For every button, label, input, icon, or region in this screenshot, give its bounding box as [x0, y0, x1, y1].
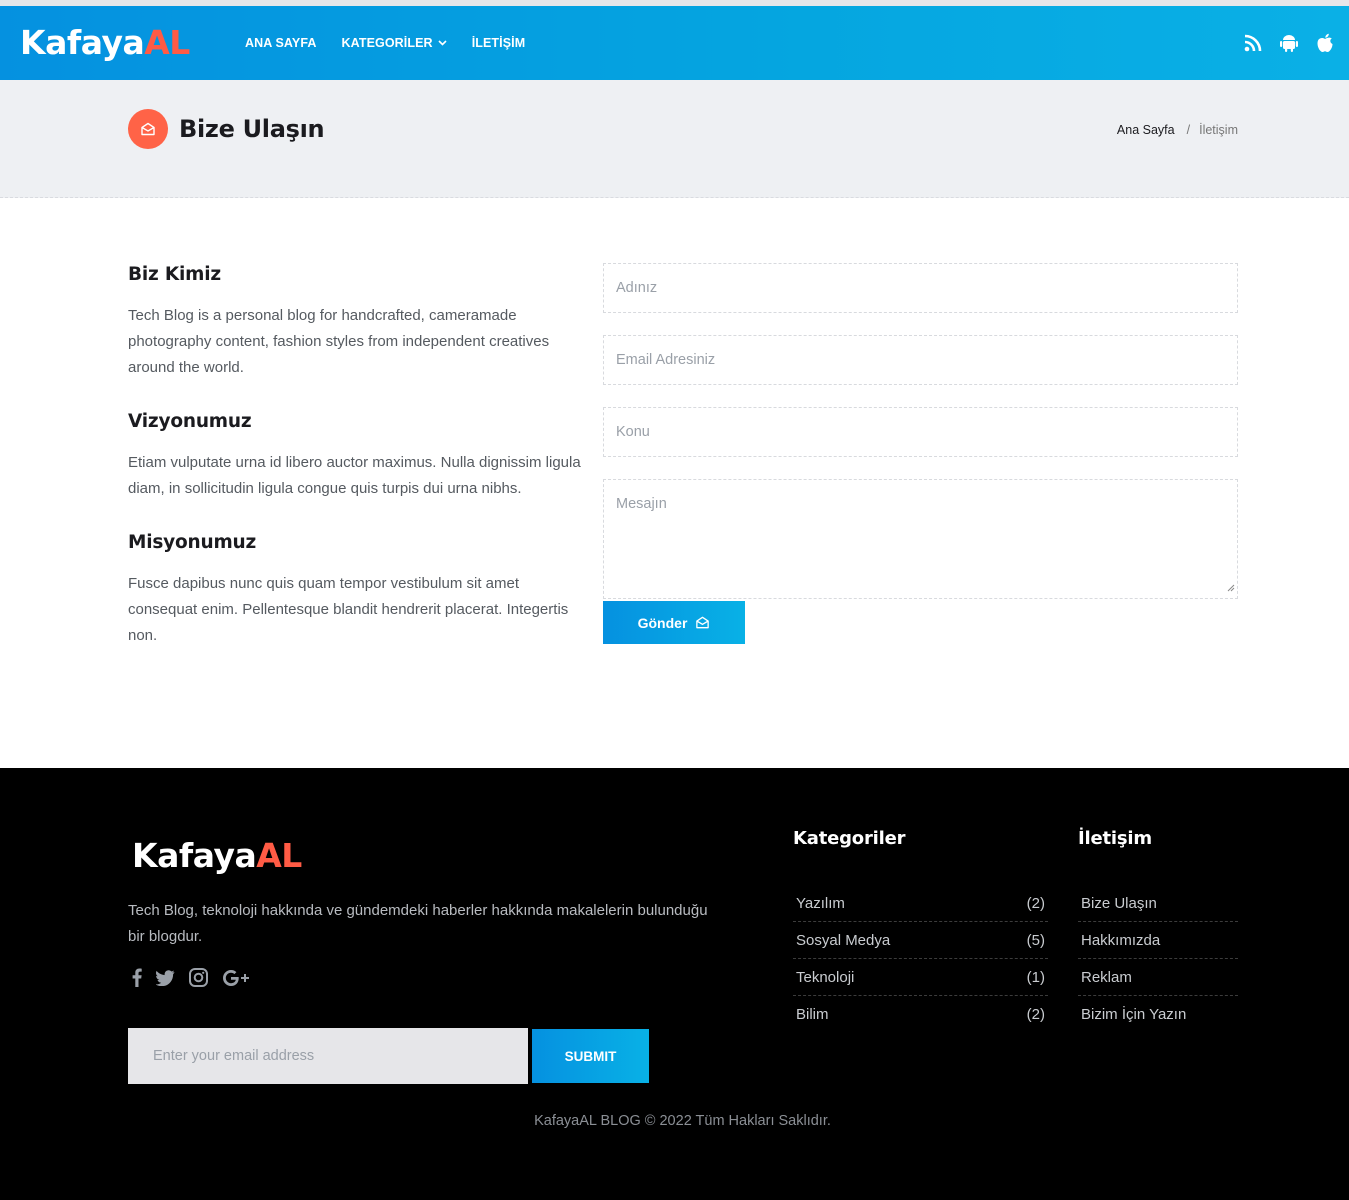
envelope-open-icon — [695, 615, 710, 630]
footer-link-label: Reklam — [1081, 968, 1132, 986]
footer-description: Tech Blog, teknoloji hakkında ve gündemd… — [128, 902, 708, 945]
name-field[interactable] — [616, 280, 1225, 296]
google-plus-icon[interactable] — [222, 969, 251, 987]
copyright-text: KafayaAL BLOG © 2022 Tüm Hakları Saklıdı… — [534, 1113, 831, 1129]
message-field[interactable] — [616, 496, 1225, 560]
category-name: Bilim — [796, 1006, 829, 1023]
page-title-bar: Bize Ulaşın Ana Sayfa / İletişim — [0, 80, 1349, 198]
subject-field-wrapper — [603, 407, 1238, 457]
category-name: Teknoloji — [796, 968, 855, 986]
chevron-down-icon — [438, 40, 447, 46]
about-heading-vision: Vizyonumuz — [128, 411, 252, 432]
nav-categories-label: KATEGORİLER — [341, 36, 433, 50]
about-text-who: Tech Blog is a personal blog for handcra… — [128, 307, 550, 376]
nav-home-label: ANA SAYFA — [245, 36, 317, 50]
about-heading-mission: Misyonumuz — [128, 532, 257, 553]
facebook-icon[interactable] — [132, 968, 142, 987]
newsletter-form: SUBMIT — [128, 1028, 649, 1084]
breadcrumb-separator: / — [1186, 123, 1191, 137]
breadcrumb: Ana Sayfa / İletişim — [1117, 123, 1238, 137]
footer-categories-title: Kategoriler — [793, 828, 906, 849]
footer-link-advertising[interactable]: Reklam — [1078, 959, 1238, 996]
footer-logo-text-al: AL — [256, 836, 302, 875]
newsletter-email-input[interactable] — [128, 1028, 528, 1084]
category-name: Sosyal Medya — [796, 931, 891, 949]
footer-contact-title: İletişim — [1078, 828, 1152, 849]
about-heading-who: Biz Kimiz — [128, 264, 221, 285]
header-icons — [1227, 6, 1335, 80]
footer-categories-list: Yazılım (2) Sosyal Medya (5) Teknoloji (… — [793, 885, 1048, 1033]
footer-link-contact-us[interactable]: Bize Ulaşın — [1078, 885, 1238, 922]
category-count: (1) — [1026, 968, 1045, 986]
email-field[interactable] — [616, 352, 1225, 368]
logo-text-al: AL — [144, 23, 190, 62]
footer-category-software[interactable]: Yazılım (2) — [793, 885, 1048, 922]
about-text-mission: Fusce dapibus nunc quis quam tempor vest… — [128, 575, 569, 644]
nav-home[interactable]: ANA SAYFA — [245, 36, 317, 50]
footer-logo[interactable]: KafayaAL — [132, 836, 302, 875]
site-logo[interactable]: KafayaAL — [20, 23, 190, 63]
main-nav: ANA SAYFA KATEGORİLER İLETİŞİM — [245, 6, 550, 80]
social-links — [132, 968, 265, 987]
footer-logo-text-kafaya: Kafaya — [132, 836, 257, 875]
footer-link-label: Bizim İçin Yazın — [1081, 1006, 1187, 1023]
footer-link-label: Hakkımızda — [1081, 931, 1161, 949]
logo-text-kafaya: Kafaya — [20, 23, 145, 62]
page-title: Bize Ulaşın — [179, 115, 325, 143]
footer-link-about[interactable]: Hakkımızda — [1078, 922, 1238, 959]
about-text-vision: Etiam vulputate urna id libero auctor ma… — [128, 454, 581, 497]
nav-contact-label: İLETİŞİM — [471, 36, 526, 50]
envelope-open-icon — [128, 109, 168, 149]
apple-icon[interactable] — [1315, 33, 1335, 53]
site-footer: KafayaAL Tech Blog, teknoloji hakkında v… — [0, 768, 1349, 1200]
footer-category-social-media[interactable]: Sosyal Medya (5) — [793, 922, 1048, 959]
category-name: Yazılım — [796, 894, 845, 912]
site-header: KafayaAL ANA SAYFA KATEGORİLER İLETİŞİM — [0, 6, 1349, 80]
twitter-icon[interactable] — [156, 969, 175, 986]
about-section: Biz Kimiz Tech Blog is a personal blog f… — [128, 264, 583, 679]
breadcrumb-home[interactable]: Ana Sayfa — [1117, 123, 1175, 137]
breadcrumb-current: İletişim — [1199, 123, 1238, 137]
resize-handle-icon[interactable] — [1226, 580, 1235, 596]
send-button-label: Gönder — [637, 614, 688, 631]
email-field-wrapper — [603, 335, 1238, 385]
nav-contact[interactable]: İLETİŞİM — [472, 36, 526, 50]
footer-category-technology[interactable]: Teknoloji (1) — [793, 959, 1048, 996]
category-count: (5) — [1026, 931, 1045, 949]
nav-categories[interactable]: KATEGORİLER — [342, 36, 447, 50]
rss-icon[interactable] — [1243, 33, 1263, 53]
category-count: (2) — [1026, 894, 1045, 912]
footer-contact-list: Bize Ulaşın Hakkımızda Reklam Bizim İçin… — [1078, 885, 1238, 1033]
message-field-wrapper — [603, 479, 1238, 599]
footer-category-science[interactable]: Bilim (2) — [793, 996, 1048, 1033]
footer-link-write-for-us[interactable]: Bizim İçin Yazın — [1078, 996, 1238, 1033]
contact-form: Gönder — [603, 263, 1238, 644]
subject-field[interactable] — [616, 424, 1225, 440]
category-count: (2) — [1026, 1006, 1045, 1023]
name-field-wrapper — [603, 263, 1238, 313]
footer-link-label: Bize Ulaşın — [1081, 894, 1157, 912]
android-icon[interactable] — [1279, 33, 1299, 53]
instagram-icon[interactable] — [189, 968, 208, 987]
newsletter-submit-button[interactable]: SUBMIT — [532, 1029, 649, 1083]
send-button[interactable]: Gönder — [603, 601, 745, 644]
